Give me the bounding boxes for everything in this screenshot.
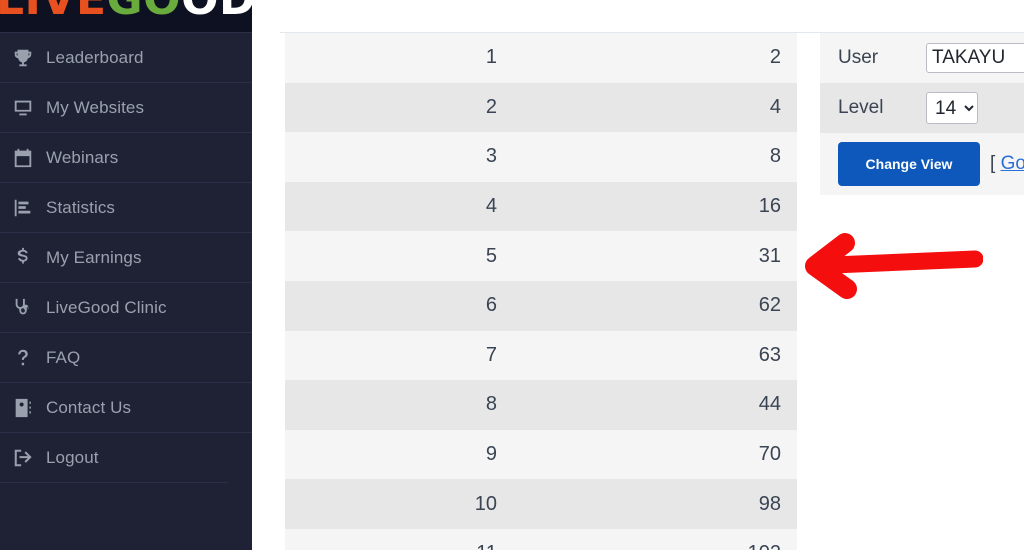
table-row[interactable]: 3 8 xyxy=(285,132,797,182)
sidebar-item-statistics[interactable]: Statistics xyxy=(0,182,252,232)
row-count: 8 xyxy=(769,145,781,168)
sidebar-item-faq[interactable]: FAQ xyxy=(0,332,252,382)
row-count: 16 xyxy=(758,195,781,218)
monitor-icon xyxy=(0,97,46,119)
logo-od-text: OD xyxy=(181,0,252,25)
table-row[interactable]: 7 63 xyxy=(285,330,797,381)
sidebar-item-label: Contact Us xyxy=(46,397,132,417)
sidebar-item-my-websites[interactable]: My Websites xyxy=(0,82,252,132)
table-row[interactable]: 6 62 xyxy=(285,280,797,331)
row-level: 3 xyxy=(485,145,497,168)
table-row[interactable]: 1 2 xyxy=(285,33,797,83)
sidebar-item-label: Statistics xyxy=(46,197,116,217)
user-row: User xyxy=(820,33,1024,83)
row-count: 70 xyxy=(758,443,781,466)
sidebar-item-label: Webinars xyxy=(46,147,119,167)
row-count: 62 xyxy=(758,294,781,317)
row-count: 2 xyxy=(769,46,781,69)
row-level: 5 xyxy=(485,244,497,267)
sidebar-item-leaderboard[interactable]: Leaderboard xyxy=(0,32,252,82)
row-count: 31 xyxy=(758,244,781,267)
sidebar-item-my-earnings[interactable]: My Earnings xyxy=(0,232,252,282)
bracket-open: [ xyxy=(990,153,1001,174)
brand-logo-header[interactable]: LIVEGOOD xyxy=(0,0,252,32)
sidebar-item-contact-us[interactable]: Contact Us xyxy=(0,382,252,432)
row-count: 98 xyxy=(758,492,781,515)
logo-go-text: GO xyxy=(107,0,182,25)
sidebar-bottom-divider xyxy=(0,482,228,483)
dollar-icon xyxy=(0,247,46,269)
row-level: 7 xyxy=(485,343,497,366)
change-view-button[interactable]: Change View xyxy=(838,142,980,186)
go-link-container: [ Go xyxy=(990,153,1024,175)
go-link[interactable]: Go xyxy=(1001,153,1024,174)
table-row[interactable]: 11 102 xyxy=(285,528,797,550)
sidebar-item-label: My Websites xyxy=(46,97,145,117)
sidebar-item-livegood-clinic[interactable]: LiveGood Clinic xyxy=(0,282,252,332)
sidebar-item-label: LiveGood Clinic xyxy=(46,297,167,317)
row-count: 102 xyxy=(748,542,781,550)
sidebar-item-label: Leaderboard xyxy=(46,47,144,67)
main-content: 1 2 2 4 3 8 4 16 5 31 6 62 7 63 8 44 9 7… xyxy=(252,0,1024,550)
page-root: LIVEGOOD Leaderboard My Websites xyxy=(0,0,1024,550)
sidebar-item-logout[interactable]: Logout xyxy=(0,432,252,482)
row-level: 9 xyxy=(485,443,497,466)
sidebar-item-label: FAQ xyxy=(46,347,81,367)
sidebar-item-label: Logout xyxy=(46,447,99,467)
row-level: 10 xyxy=(474,492,497,515)
row-level: 4 xyxy=(485,195,497,218)
sidebar: LIVEGOOD Leaderboard My Websites xyxy=(0,0,252,550)
user-label: User xyxy=(838,47,879,68)
logo-live-text: LIVE xyxy=(0,0,107,25)
row-level: 8 xyxy=(485,393,497,416)
table-row[interactable]: 8 44 xyxy=(285,380,797,430)
sidebar-item-label: My Earnings xyxy=(46,247,142,267)
sidebar-nav: Leaderboard My Websites Webinars Statist… xyxy=(0,32,252,483)
user-input[interactable] xyxy=(926,43,1024,73)
level-row: Level 123456789101112131415 xyxy=(820,83,1024,133)
level-label: Level xyxy=(838,97,884,118)
row-count: 44 xyxy=(758,393,781,416)
bar-chart-icon xyxy=(0,197,46,219)
table-row[interactable]: 10 98 xyxy=(285,479,797,529)
downline-table: 1 2 2 4 3 8 4 16 5 31 6 62 7 63 8 44 9 7… xyxy=(285,33,797,550)
row-count: 63 xyxy=(758,343,781,366)
question-mark-icon xyxy=(0,347,46,369)
table-row[interactable]: 5 31 xyxy=(285,231,797,281)
brand-logo-text: LIVEGOOD xyxy=(0,0,252,25)
sidebar-item-webinars[interactable]: Webinars xyxy=(0,132,252,182)
row-level: 1 xyxy=(485,46,497,69)
view-controls-panel: User Level 123456789101112131415 Change … xyxy=(820,33,1024,195)
row-level: 11 xyxy=(285,542,497,550)
calendar-icon xyxy=(0,147,46,169)
level-select[interactable]: 123456789101112131415 xyxy=(926,92,978,124)
table-row[interactable]: 4 16 xyxy=(285,181,797,232)
row-count: 4 xyxy=(769,95,781,118)
trophy-icon xyxy=(0,47,46,69)
table-row[interactable]: 2 4 xyxy=(285,82,797,133)
row-level: 2 xyxy=(485,95,497,118)
stethoscope-icon xyxy=(0,297,46,319)
logout-icon xyxy=(0,447,46,469)
table-row[interactable]: 9 70 xyxy=(285,429,797,480)
row-level: 6 xyxy=(485,294,497,317)
action-row: Change View [ Go xyxy=(820,133,1024,195)
address-book-icon xyxy=(0,397,46,419)
